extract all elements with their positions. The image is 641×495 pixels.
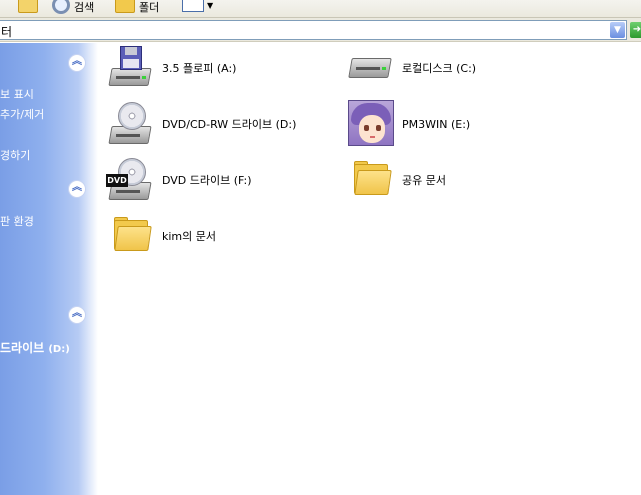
details-title: 드라이브 (D:) bbox=[0, 339, 70, 356]
explorer-window: 검색 폴더 ▼ 터 ▼ ➜ ︽ 보 표시 추가/제거 경하기 ︽ 판 환경 ︽ … bbox=[0, 0, 641, 495]
folder-icon bbox=[115, 0, 135, 13]
item-label: DVD 드라이브 (F:) bbox=[162, 174, 252, 187]
address-input[interactable]: 터 ▼ bbox=[0, 20, 627, 40]
go-button[interactable]: ➜ bbox=[630, 22, 641, 38]
views-icon bbox=[182, 0, 204, 12]
floppy-drive-item[interactable]: 3.5 플로피 (A:) bbox=[106, 44, 236, 92]
user-documents-item[interactable]: kim의 문서 bbox=[106, 212, 216, 260]
task-link-1[interactable]: 보 표시 bbox=[0, 86, 34, 102]
details-title-text: 드라이브 bbox=[0, 341, 45, 355]
local-disk-item[interactable]: 로컬디스크 (C:) bbox=[346, 44, 476, 92]
cd-drive-item[interactable]: DVD/CD-RW 드라이브 (D:) bbox=[106, 100, 296, 148]
dvd-drive-item[interactable]: DVD DVD 드라이브 (F:) bbox=[106, 156, 252, 204]
folder-icon bbox=[106, 212, 154, 260]
search-label: 검색 bbox=[74, 1, 95, 14]
task-pane: ︽ 보 표시 추가/제거 경하기 ︽ 판 환경 ︽ 드라이브 (D:) bbox=[0, 43, 98, 495]
details-sub: (D:) bbox=[48, 344, 70, 355]
toolbar: 검색 폴더 ▼ bbox=[0, 0, 641, 18]
hard-disk-icon bbox=[346, 44, 394, 92]
task-link-2[interactable]: 추가/제거 bbox=[0, 106, 44, 122]
custom-avatar-drive-icon bbox=[346, 100, 394, 148]
item-label: PM3WIN (E:) bbox=[402, 117, 471, 131]
item-label: 로컬디스크 (C:) bbox=[402, 62, 477, 75]
cd-drive-icon bbox=[106, 100, 154, 148]
address-value: 터 bbox=[1, 25, 13, 39]
dvd-drive-icon: DVD bbox=[106, 156, 154, 204]
views-button[interactable]: ▼ bbox=[182, 0, 213, 14]
chevron-up-icon[interactable]: ︽ bbox=[68, 306, 86, 324]
floppy-drive-icon bbox=[106, 44, 154, 92]
chevron-up-icon[interactable]: ︽ bbox=[68, 54, 86, 72]
folders-label: 폴더 bbox=[139, 1, 160, 14]
search-icon bbox=[52, 0, 70, 14]
task-link-3[interactable]: 경하기 bbox=[0, 147, 30, 163]
pm3win-drive-item[interactable]: PM3WIN (E:) bbox=[346, 100, 470, 148]
chevron-down-icon: ▼ bbox=[207, 0, 214, 10]
search-button[interactable]: 검색 bbox=[52, 0, 94, 14]
item-label: DVD/CD-RW 드라이브 (D:) bbox=[162, 118, 297, 131]
folders-button[interactable]: 폴더 bbox=[115, 0, 159, 14]
folder-icon bbox=[346, 156, 394, 204]
shared-documents-item[interactable]: 공유 문서 bbox=[346, 156, 446, 204]
other-place-link[interactable]: 판 환경 bbox=[0, 213, 34, 229]
folder-up-icon bbox=[18, 0, 38, 13]
chevron-up-icon[interactable]: ︽ bbox=[68, 180, 86, 198]
item-label: 3.5 플로피 (A:) bbox=[162, 62, 237, 75]
address-dropdown-button[interactable]: ▼ bbox=[610, 22, 625, 38]
forward-button[interactable] bbox=[18, 0, 38, 14]
item-label: 공유 문서 bbox=[402, 174, 446, 187]
item-label: kim의 문서 bbox=[162, 230, 216, 243]
address-bar: 터 ▼ ➜ bbox=[0, 18, 641, 42]
